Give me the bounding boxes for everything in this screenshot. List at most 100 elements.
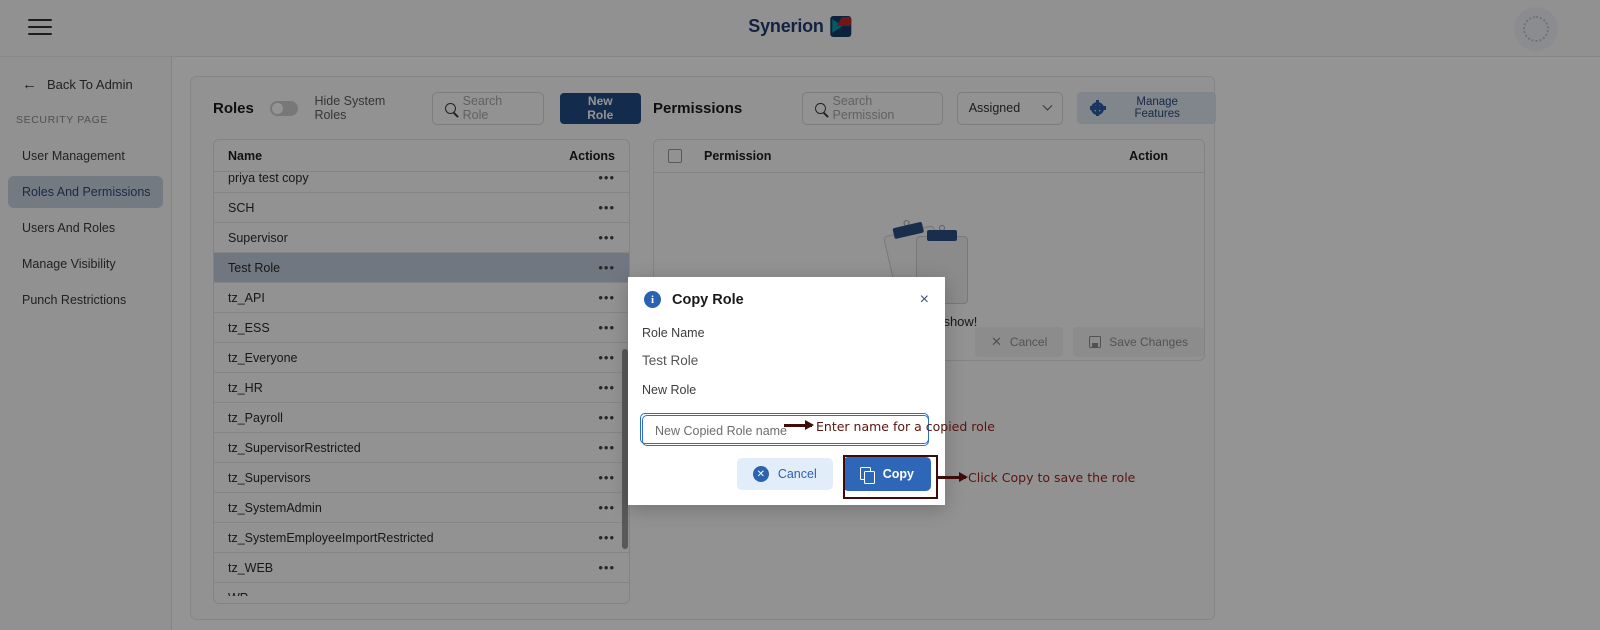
role-name-cell: tz_SystemEmployeeImportRestricted <box>228 530 434 545</box>
table-row[interactable]: tz_Everyone ••• <box>214 343 629 373</box>
roles-panel: Roles Hide System Roles Search Role New … <box>191 77 641 621</box>
row-actions-menu-icon[interactable]: ••• <box>598 380 615 395</box>
role-name-cell: WP <box>228 591 248 597</box>
roles-title: Roles <box>213 99 254 117</box>
row-actions-menu-icon[interactable]: ••• <box>598 260 615 275</box>
table-row[interactable]: tz_SupervisorRestricted ••• <box>214 433 629 463</box>
new-role-button[interactable]: New Role <box>559 92 641 124</box>
dialog-copy-button[interactable]: Copy <box>842 457 931 491</box>
hamburger-icon[interactable] <box>28 16 52 38</box>
dialog-cancel-label: Cancel <box>777 467 817 481</box>
sidebar-item-roles-and-permissions[interactable]: Roles And Permissions <box>8 176 163 208</box>
hide-system-roles-label: Hide System Roles <box>314 94 386 122</box>
row-actions-menu-icon[interactable]: ••• <box>598 590 615 596</box>
annotation-copy-hint: Click Copy to save the role <box>968 470 1136 485</box>
annotation-arrow-copy <box>938 476 966 479</box>
chevron-down-icon <box>1042 100 1053 111</box>
row-actions-menu-icon[interactable]: ••• <box>598 200 615 215</box>
row-actions-menu-icon[interactable]: ••• <box>598 410 615 425</box>
role-name-cell: tz_Everyone <box>228 350 298 365</box>
search-icon <box>444 102 456 114</box>
save-changes-button[interactable]: Save Changes <box>1073 327 1204 357</box>
role-name-label: Role Name <box>642 326 705 340</box>
sidebar-item-user-management[interactable]: User Management <box>8 140 163 172</box>
row-actions-menu-icon[interactable]: ••• <box>598 320 615 335</box>
table-row[interactable]: priya test copy ••• <box>214 163 629 193</box>
role-name-cell: tz_Supervisors <box>228 470 311 485</box>
arrow-left-icon: ← <box>22 76 37 93</box>
row-actions-menu-icon[interactable]: ••• <box>598 530 615 545</box>
row-actions-menu-icon[interactable]: ••• <box>598 350 615 365</box>
table-row[interactable]: tz_SystemAdmin ••• <box>214 493 629 523</box>
hide-system-roles-toggle[interactable] <box>269 100 299 116</box>
role-name-cell: priya test copy <box>228 170 309 185</box>
info-icon: i <box>644 291 661 308</box>
table-row[interactable]: Test Role ••• <box>214 253 629 283</box>
manage-features-button[interactable]: Manage Features <box>1077 92 1217 124</box>
save-changes-label: Save Changes <box>1109 335 1188 349</box>
synerion-mark-icon <box>830 16 852 37</box>
annotation-input-hint: Enter name for a copied role <box>816 419 995 434</box>
sidebar: ← Back To Admin SECURITY PAGE User Manag… <box>0 57 172 630</box>
dialog-actions: ✕ Cancel Copy <box>736 457 931 491</box>
roles-table: Name Actions priya test copy ••• SCH ••• Sup… <box>213 139 630 604</box>
row-actions-menu-icon[interactable]: ••• <box>598 290 615 305</box>
role-name-cell: tz_WEB <box>228 560 274 575</box>
back-to-admin-link[interactable]: ← Back To Admin <box>22 77 171 92</box>
role-name-value: Test Role <box>642 353 699 368</box>
table-row[interactable]: tz_Supervisors ••• <box>214 463 629 493</box>
app-root: Synerion ← Back To Admin SECURITY PAGE U… <box>0 0 1600 630</box>
select-all-checkbox[interactable] <box>668 149 682 163</box>
sidebar-item-punch-restrictions[interactable]: Punch Restrictions <box>8 284 163 316</box>
assigned-filter-dropdown[interactable]: Assigned <box>956 91 1064 125</box>
cancel-changes-label: Cancel <box>1009 335 1048 349</box>
search-permission-input[interactable]: Search Permission <box>802 91 943 125</box>
copy-role-dialog: i Copy Role × Role Name Test Role New Ro… <box>628 277 945 505</box>
roles-rows-scroll[interactable]: priya test copy ••• SCH ••• Supervisor ••• Tes… <box>214 163 629 596</box>
table-row[interactable]: WP ••• <box>214 583 629 596</box>
row-actions-menu-icon[interactable]: ••• <box>598 230 615 245</box>
table-row[interactable]: SCH ••• <box>214 193 629 223</box>
role-name-cell: SCH <box>228 200 255 215</box>
search-permission-placeholder: Search Permission <box>832 94 895 122</box>
row-actions-menu-icon[interactable]: ••• <box>598 170 615 185</box>
table-row[interactable]: Supervisor ••• <box>214 223 629 253</box>
back-to-admin-label: Back To Admin <box>47 77 133 92</box>
new-role-label: New Role <box>642 383 697 397</box>
role-name-cell: tz_Payroll <box>228 410 283 425</box>
row-actions-menu-icon[interactable]: ••• <box>598 560 615 575</box>
close-circle-icon: ✕ <box>752 466 769 482</box>
table-row[interactable]: tz_HR ••• <box>214 373 629 403</box>
table-row[interactable]: tz_Payroll ••• <box>214 403 629 433</box>
manage-features-label: Manage Features <box>1134 96 1180 120</box>
gear-icon <box>1089 99 1106 116</box>
role-name-cell: tz_ESS <box>228 320 270 335</box>
save-icon <box>1089 336 1102 348</box>
row-actions-menu-icon[interactable]: ••• <box>598 500 615 515</box>
sidebar-item-manage-visibility[interactable]: Manage Visibility <box>8 248 163 280</box>
brand-name: Synerion <box>748 16 824 36</box>
permissions-table-header: Permission Action <box>654 140 1204 173</box>
sidebar-item-users-and-roles[interactable]: Users And Roles <box>8 212 163 244</box>
roles-toolbar: Roles Hide System Roles Search Role New … <box>191 77 641 139</box>
row-actions-menu-icon[interactable]: ••• <box>598 470 615 485</box>
permissions-title: Permissions <box>653 99 743 117</box>
permissions-col-action: Action <box>1129 149 1168 163</box>
assigned-filter-value: Assigned <box>968 101 1021 115</box>
table-row[interactable]: tz_API ••• <box>214 283 629 313</box>
role-name-cell: tz_SupervisorRestricted <box>228 440 361 455</box>
table-row[interactable]: tz_WEB ••• <box>214 553 629 583</box>
cancel-changes-button[interactable]: ✕ Cancel <box>975 327 1064 357</box>
dialog-header: i Copy Role × <box>628 277 945 308</box>
row-actions-menu-icon[interactable]: ••• <box>598 440 615 455</box>
avatar[interactable] <box>1514 7 1558 51</box>
search-role-placeholder: Search Role <box>462 94 503 122</box>
search-role-input[interactable]: Search Role <box>431 91 544 125</box>
new-role-name-placeholder: New Copied Role name <box>655 423 788 438</box>
sidebar-section-label: SECURITY PAGE <box>16 114 109 126</box>
table-row[interactable]: tz_ESS ••• <box>214 313 629 343</box>
dialog-cancel-button[interactable]: ✕ Cancel <box>736 458 833 490</box>
table-row[interactable]: tz_SystemEmployeeImportRestricted ••• <box>214 523 629 553</box>
close-icon[interactable]: × <box>920 291 929 308</box>
role-name-cell: tz_HR <box>228 380 263 395</box>
